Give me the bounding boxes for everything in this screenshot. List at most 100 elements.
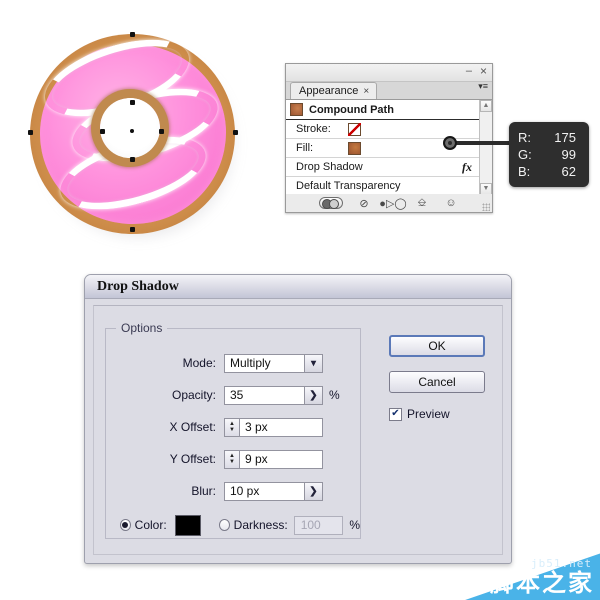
darkness-label: Darkness: — [233, 518, 288, 532]
screenshot-root: – × Appearance × ▾≡ Compound Path Stroke:… — [0, 0, 600, 600]
blur-input-group[interactable]: 10 px ❯ — [224, 481, 323, 501]
y-offset-input-group[interactable]: ▲ ▼ 9 px — [224, 449, 323, 469]
appearance-row-stroke[interactable]: Stroke: — [286, 120, 492, 139]
anchor-point-hole-right[interactable] — [159, 129, 164, 134]
appearance-row-label: Compound Path — [309, 103, 394, 116]
appearance-row-drop-shadow[interactable]: Drop Shadow fx — [286, 158, 492, 177]
x-offset-value[interactable]: 3 px — [239, 417, 323, 437]
donut-hole — [100, 98, 160, 158]
x-offset-label: X Offset: — [169, 420, 216, 434]
tab-appearance-label: Appearance — [299, 85, 359, 97]
appearance-row-compound-path[interactable]: Compound Path — [286, 100, 492, 120]
anchor-point-bottom[interactable] — [130, 227, 135, 232]
anchor-point-center[interactable] — [130, 129, 134, 133]
rgb-green-value: 99 — [561, 147, 576, 162]
duplicate-item-icon[interactable]: ●▷◯ — [379, 197, 406, 210]
field-row-mode: Mode: Multiply ▾ — [106, 353, 360, 373]
darkness-radio[interactable] — [218, 519, 230, 531]
close-icon[interactable]: × — [480, 65, 487, 77]
anchor-point-hole-left[interactable] — [100, 129, 105, 134]
options-legend: Options — [121, 321, 163, 335]
donut-artwork[interactable] — [22, 24, 252, 246]
blur-label: Blur: — [191, 484, 216, 498]
panel-window-chrome: – × — [286, 64, 492, 82]
options-group: Options Mode: Multiply ▾ Opacity: 35 ❯ %… — [105, 321, 361, 539]
darkness-value: 100 — [293, 515, 344, 535]
opacity-unit: % — [329, 388, 340, 402]
opacity-value[interactable]: 35 — [224, 385, 304, 405]
anchor-point-right[interactable] — [233, 130, 238, 135]
drop-shadow-dialog[interactable]: Drop Shadow Options Mode: Multiply ▾ Opa… — [84, 274, 512, 564]
new-art-icon[interactable]: ⎒ — [414, 197, 430, 209]
field-row-opacity: Opacity: 35 ❯ % — [106, 385, 360, 405]
blur-value[interactable]: 10 px — [224, 481, 304, 501]
mode-select[interactable]: Multiply ▾ — [224, 353, 323, 373]
panel-menu-icon[interactable]: ▾≡ — [472, 82, 488, 97]
anchor-point-hole-bottom[interactable] — [130, 157, 135, 162]
ok-button[interactable]: OK — [389, 335, 485, 357]
fx-icon[interactable]: fx — [462, 160, 472, 175]
y-offset-label: Y Offset: — [169, 452, 216, 466]
opacity-label: Opacity: — [171, 388, 216, 402]
rgb-color-tooltip: R: 175 G: 99 B: 62 — [509, 122, 589, 187]
mode-label: Mode: — [182, 356, 216, 370]
blur-slider-popup-icon[interactable]: ❯ — [304, 481, 323, 501]
preview-label: Preview — [407, 407, 450, 421]
color-radio[interactable] — [120, 519, 131, 531]
appearance-list: Compound Path Stroke: Fill: Drop Shadow … — [286, 99, 492, 196]
x-offset-stepper-icon[interactable]: ▲ ▼ — [224, 417, 239, 437]
dialog-actions: OK Cancel ✔ Preview — [389, 335, 485, 421]
preview-checkbox[interactable]: ✔ — [389, 407, 402, 421]
chevron-down-icon[interactable]: ▾ — [304, 353, 323, 373]
darkness-unit: % — [349, 518, 360, 532]
panel-scrollbar[interactable]: ▲ ▼ — [479, 100, 492, 195]
color-label: Color: — [134, 518, 167, 532]
dialog-title-bar: Drop Shadow — [85, 275, 511, 299]
shadow-color-swatch[interactable] — [174, 514, 201, 536]
rgb-green-label: G: — [518, 147, 532, 162]
stroke-label: Stroke: — [296, 123, 331, 135]
rgb-red-line: R: 175 — [518, 129, 580, 146]
appearance-toggle-icon[interactable] — [319, 197, 343, 209]
delete-item-icon[interactable]: ☺ — [443, 197, 459, 209]
x-offset-input-group[interactable]: ▲ ▼ 3 px — [224, 417, 323, 437]
anchor-point-left[interactable] — [28, 130, 33, 135]
rgb-blue-line: B: 62 — [518, 163, 580, 180]
field-row-y-offset: Y Offset: ▲ ▼ 9 px — [106, 449, 360, 469]
scroll-up-icon[interactable]: ▲ — [480, 100, 492, 112]
watermark-name: 脚本之家 — [490, 569, 594, 597]
tab-appearance[interactable]: Appearance × — [290, 82, 378, 99]
dialog-title-text: Drop Shadow — [97, 278, 179, 294]
minimize-icon[interactable]: – — [466, 65, 472, 77]
clear-appearance-icon[interactable]: ⊘ — [356, 197, 372, 210]
y-offset-stepper-icon[interactable]: ▲ ▼ — [224, 449, 239, 469]
rgb-blue-label: B: — [518, 164, 531, 179]
appearance-panel[interactable]: – × Appearance × ▾≡ Compound Path Stroke:… — [285, 63, 493, 213]
anchor-point-hole-top[interactable] — [130, 100, 135, 105]
y-offset-value[interactable]: 9 px — [239, 449, 323, 469]
dialog-body: Options Mode: Multiply ▾ Opacity: 35 ❯ %… — [85, 299, 511, 563]
tab-close-icon[interactable]: × — [363, 86, 369, 97]
field-row-color-darkness: Color: Darkness: 100 % — [106, 514, 360, 536]
anchor-point-top[interactable] — [130, 32, 135, 37]
field-row-x-offset: X Offset: ▲ ▼ 3 px — [106, 417, 360, 437]
field-row-blur: Blur: 10 px ❯ — [106, 481, 360, 501]
callout-connector-line — [455, 141, 513, 145]
rgb-green-line: G: 99 — [518, 146, 580, 163]
preview-checkbox-row[interactable]: ✔ Preview — [389, 407, 485, 421]
rgb-red-value: 175 — [554, 130, 576, 145]
object-thumbnail-icon — [290, 103, 303, 116]
rgb-red-label: R: — [518, 130, 531, 145]
cancel-button[interactable]: Cancel — [389, 371, 485, 393]
opacity-slider-popup-icon[interactable]: ❯ — [304, 385, 323, 405]
opacity-input-group[interactable]: 35 ❯ — [224, 385, 323, 405]
site-watermark: jb51.net 脚本之家 — [452, 540, 600, 600]
mode-value: Multiply — [224, 353, 304, 373]
panel-resize-grip[interactable] — [482, 203, 490, 211]
stroke-swatch-none-icon[interactable] — [348, 122, 361, 136]
fill-label: Fill: — [296, 142, 314, 154]
panel-tab-row: Appearance × ▾≡ — [286, 82, 492, 99]
rgb-blue-value: 62 — [561, 164, 576, 179]
fill-swatch[interactable] — [348, 141, 361, 155]
drop-shadow-label: Drop Shadow — [296, 161, 363, 173]
